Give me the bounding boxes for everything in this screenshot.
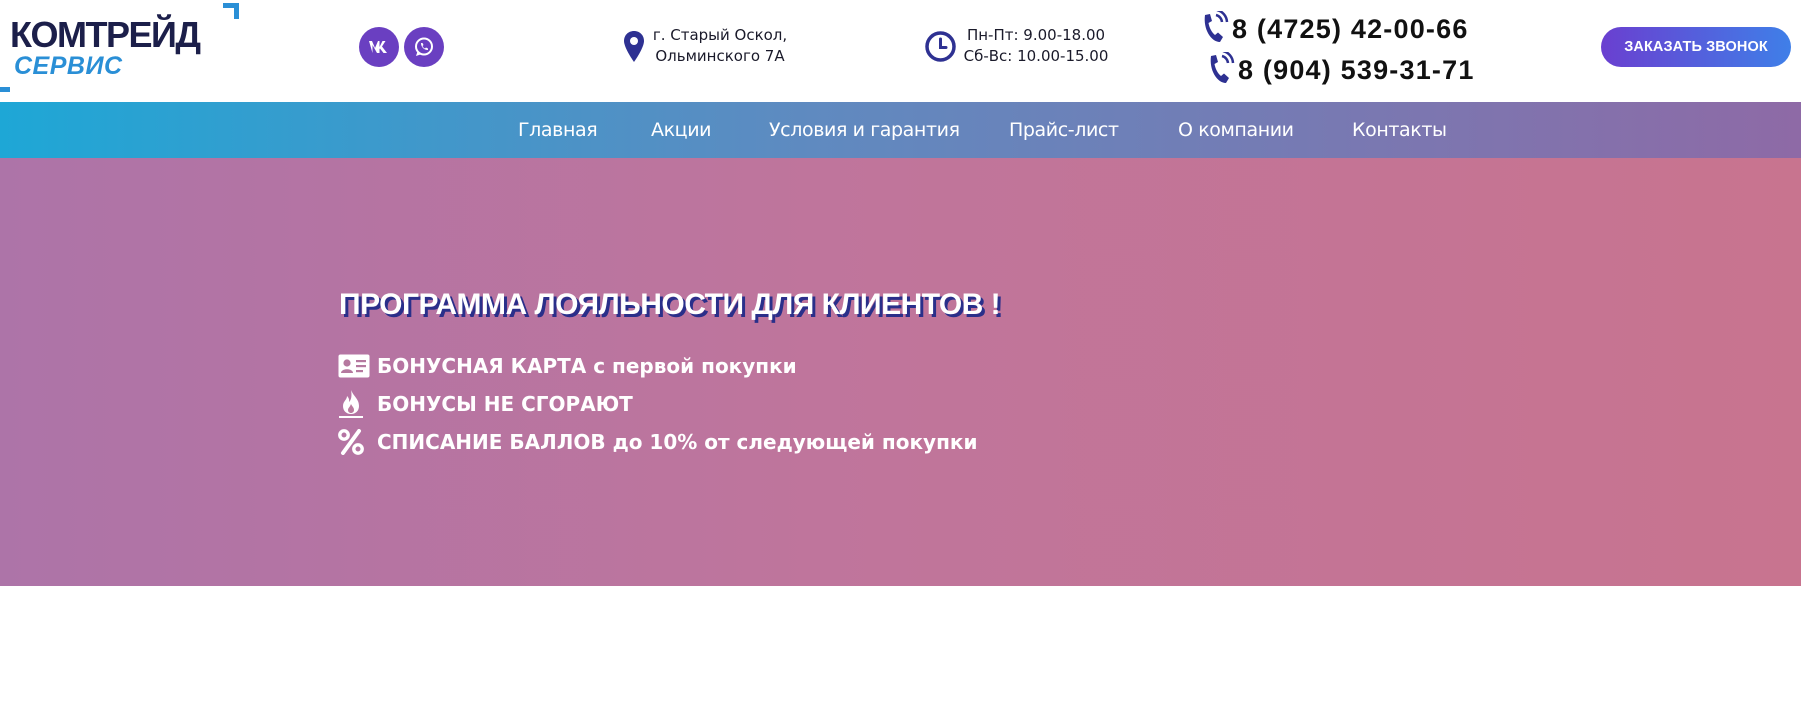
logo-text-line2: СЕРВИС <box>14 52 123 80</box>
phone-icon <box>1204 11 1229 42</box>
flame-icon <box>338 389 370 419</box>
logo-corner-top-right <box>223 3 239 19</box>
nav-item-contacts[interactable]: Контакты <box>1352 102 1447 158</box>
phone-2-number[interactable]: 8 (904) 539-31-71 <box>1238 56 1475 84</box>
phone-1-number[interactable]: 8 (4725) 42-00-66 <box>1232 15 1469 43</box>
hero-banner: ПРОГРАММА ЛОЯЛЬНОСТИ ДЛЯ КЛИЕНТОВ ! БОНУ… <box>0 158 1801 586</box>
address: г. Старый Оскол, Ольминского 7А <box>644 25 796 67</box>
vk-icon <box>369 41 387 53</box>
nav-item-price-list[interactable]: Прайс-лист <box>1009 102 1119 158</box>
feature-text: СПИСАНИЕ БАЛЛОВ до 10% от следующей поку… <box>377 430 978 454</box>
working-hours: Пн-Пт: 9.00-18.00 Сб-Вс: 10.00-15.00 <box>956 25 1116 67</box>
hours-weekdays: Пн-Пт: 9.00-18.00 <box>966 26 1106 44</box>
address-line2: Ольминского 7А <box>655 47 785 65</box>
address-line1: г. Старый Оскол, <box>652 26 788 44</box>
nav-item-about[interactable]: О компании <box>1178 102 1294 158</box>
logo-corner-bottom-left <box>0 72 10 92</box>
phone-icon <box>1210 52 1235 83</box>
feature-points-writeoff: СПИСАНИЕ БАЛЛОВ до 10% от следующей поку… <box>338 427 977 457</box>
header: КОМТРЕЙД СЕРВИС г. Старый Оскол, Ольминс… <box>0 0 1801 102</box>
feature-text: БОНУСЫ НЕ СГОРАЮТ <box>377 392 633 416</box>
whatsapp-icon <box>415 37 433 56</box>
nav-item-home[interactable]: Главная <box>518 102 598 158</box>
phone-1[interactable]: 8 (4725) 42-00-66 <box>1198 11 1469 47</box>
percent-icon <box>338 427 370 457</box>
clock-icon <box>925 31 956 66</box>
hero-title: ПРОГРАММА ЛОЯЛЬНОСТИ ДЛЯ КЛИЕНТОВ ! <box>339 288 1001 321</box>
id-card-icon <box>338 351 370 381</box>
whatsapp-button[interactable] <box>404 27 444 67</box>
nav-item-terms-warranty[interactable]: Условия и гарантия <box>769 102 960 158</box>
feature-no-expire: БОНУСЫ НЕ СГОРАЮТ <box>338 389 633 419</box>
feature-bonus-card: БОНУСНАЯ КАРТА с первой покупки <box>338 351 797 381</box>
phone-2[interactable]: 8 (904) 539-31-71 <box>1204 52 1475 88</box>
main-nav: Главная Акции Условия и гарантия Прайс-л… <box>0 102 1801 158</box>
vk-button[interactable] <box>359 27 399 67</box>
page: КОМТРЕЙД СЕРВИС г. Старый Оскол, Ольминс… <box>0 0 1801 719</box>
feature-text: БОНУСНАЯ КАРТА с первой покупки <box>377 354 797 378</box>
logo-text-line1: КОМТРЕЙД <box>10 14 201 55</box>
hours-weekend: Сб-Вс: 10.00-15.00 <box>963 47 1109 65</box>
logo[interactable]: КОМТРЕЙД СЕРВИС <box>0 0 245 95</box>
location-pin-icon <box>623 30 645 67</box>
nav-item-promotions[interactable]: Акции <box>651 102 712 158</box>
order-call-button[interactable]: ЗАКАЗАТЬ ЗВОНОК <box>1601 27 1791 67</box>
